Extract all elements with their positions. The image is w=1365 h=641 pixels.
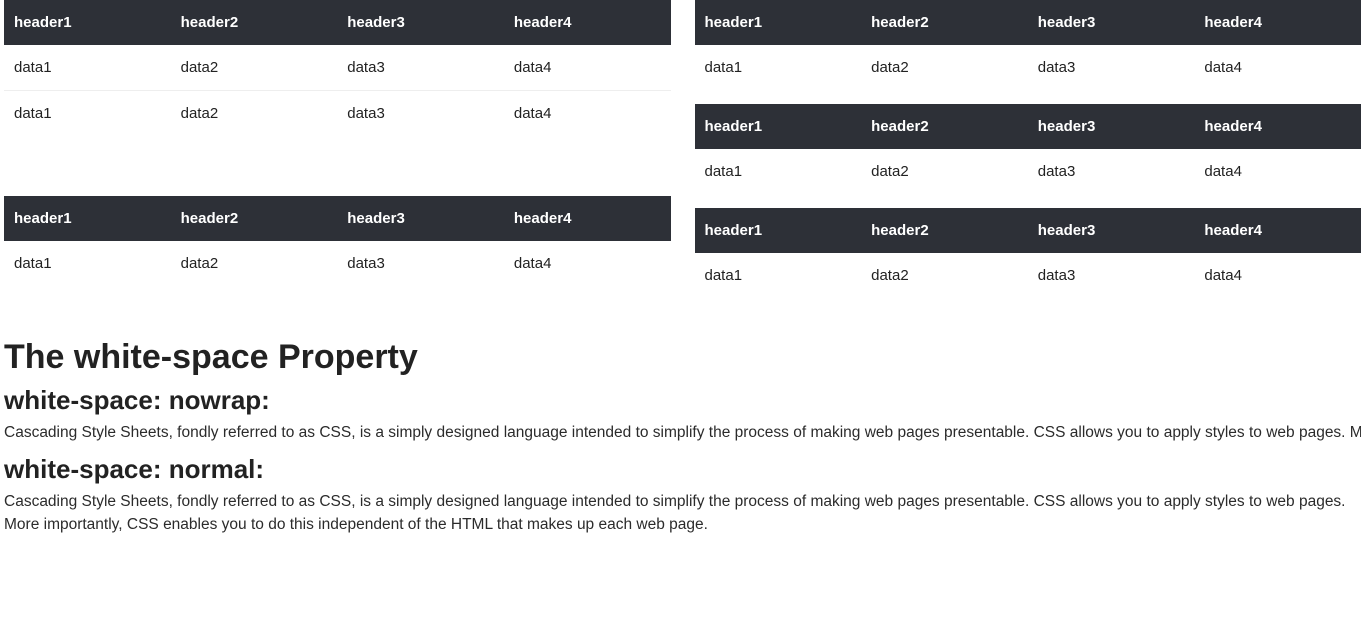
table-cell: data4 — [1194, 253, 1361, 298]
table-header-cell: header4 — [1194, 0, 1361, 45]
right-column: header1 header2 header3 header4 data1 da… — [695, 0, 1362, 312]
table-header-row: header1 header2 header3 header4 — [4, 0, 671, 45]
table-cell: data1 — [4, 91, 171, 137]
section-heading-normal: white-space: normal: — [4, 454, 1361, 485]
table-cell: data4 — [1194, 149, 1361, 194]
table-cell: data2 — [861, 45, 1028, 90]
table-header-cell: header2 — [171, 0, 338, 45]
table-cell: data1 — [695, 253, 862, 298]
table-header-cell: header3 — [337, 196, 504, 241]
table-row: data1 data2 data3 data4 — [695, 45, 1362, 90]
table-left-top: header1 header2 header3 header4 data1 da… — [4, 0, 671, 136]
table-cell: data3 — [1028, 149, 1195, 194]
left-column: header1 header2 header3 header4 data1 da… — [4, 0, 671, 312]
table-right-3: header1 header2 header3 header4 data1 da… — [695, 208, 1362, 298]
table-cell: data3 — [337, 241, 504, 286]
table-cell: data2 — [861, 149, 1028, 194]
section-heading-nowrap: white-space: nowrap: — [4, 385, 1361, 416]
table-row: data1 data2 data3 data4 — [4, 241, 671, 286]
table-header-row: header1 header2 header3 header4 — [695, 104, 1362, 149]
table-header-cell: header2 — [861, 104, 1028, 149]
table-cell: data2 — [171, 241, 338, 286]
table-cell: data2 — [171, 91, 338, 137]
table-cell: data1 — [4, 241, 171, 286]
table-header-cell: header2 — [171, 196, 338, 241]
table-header-cell: header1 — [4, 0, 171, 45]
table-header-cell: header2 — [861, 0, 1028, 45]
table-cell: data3 — [337, 45, 504, 91]
table-cell: data4 — [504, 91, 671, 137]
table-cell: data1 — [4, 45, 171, 91]
table-right-2: header1 header2 header3 header4 data1 da… — [695, 104, 1362, 194]
table-header-cell: header3 — [1028, 104, 1195, 149]
table-header-cell: header1 — [695, 104, 862, 149]
table-cell: data1 — [695, 45, 862, 90]
table-header-row: header1 header2 header3 header4 — [695, 0, 1362, 45]
table-cell: data2 — [171, 45, 338, 91]
table-cell: data2 — [861, 253, 1028, 298]
table-header-cell: header4 — [1194, 104, 1361, 149]
table-left-bottom: header1 header2 header3 header4 data1 da… — [4, 196, 671, 286]
paragraph-normal: Cascading Style Sheets, fondly referred … — [4, 491, 1361, 536]
table-header-cell: header4 — [504, 0, 671, 45]
table-header-cell: header2 — [861, 208, 1028, 253]
table-header-cell: header3 — [1028, 208, 1195, 253]
table-row: data1 data2 data3 data4 — [695, 253, 1362, 298]
table-cell: data4 — [1194, 45, 1361, 90]
table-header-row: header1 header2 header3 header4 — [4, 196, 671, 241]
table-header-cell: header4 — [1194, 208, 1361, 253]
table-row: data1 data2 data3 data4 — [695, 149, 1362, 194]
table-cell: data1 — [695, 149, 862, 194]
table-row: data1 data2 data3 data4 — [4, 45, 671, 91]
table-header-row: header1 header2 header3 header4 — [695, 208, 1362, 253]
page-title: The white-space Property — [4, 338, 1361, 377]
paragraph-nowrap: Cascading Style Sheets, fondly referred … — [4, 422, 1361, 444]
table-header-cell: header3 — [337, 0, 504, 45]
table-header-cell: header4 — [504, 196, 671, 241]
table-header-cell: header1 — [4, 196, 171, 241]
table-cell: data3 — [1028, 45, 1195, 90]
table-row: data1 data2 data3 data4 — [4, 91, 671, 137]
article: The white-space Property white-space: no… — [0, 338, 1365, 536]
table-cell: data3 — [1028, 253, 1195, 298]
table-right-1: header1 header2 header3 header4 data1 da… — [695, 0, 1362, 90]
table-header-cell: header1 — [695, 208, 862, 253]
table-cell: data4 — [504, 241, 671, 286]
table-header-cell: header3 — [1028, 0, 1195, 45]
table-header-cell: header1 — [695, 0, 862, 45]
table-cell: data4 — [504, 45, 671, 91]
table-cell: data3 — [337, 91, 504, 137]
